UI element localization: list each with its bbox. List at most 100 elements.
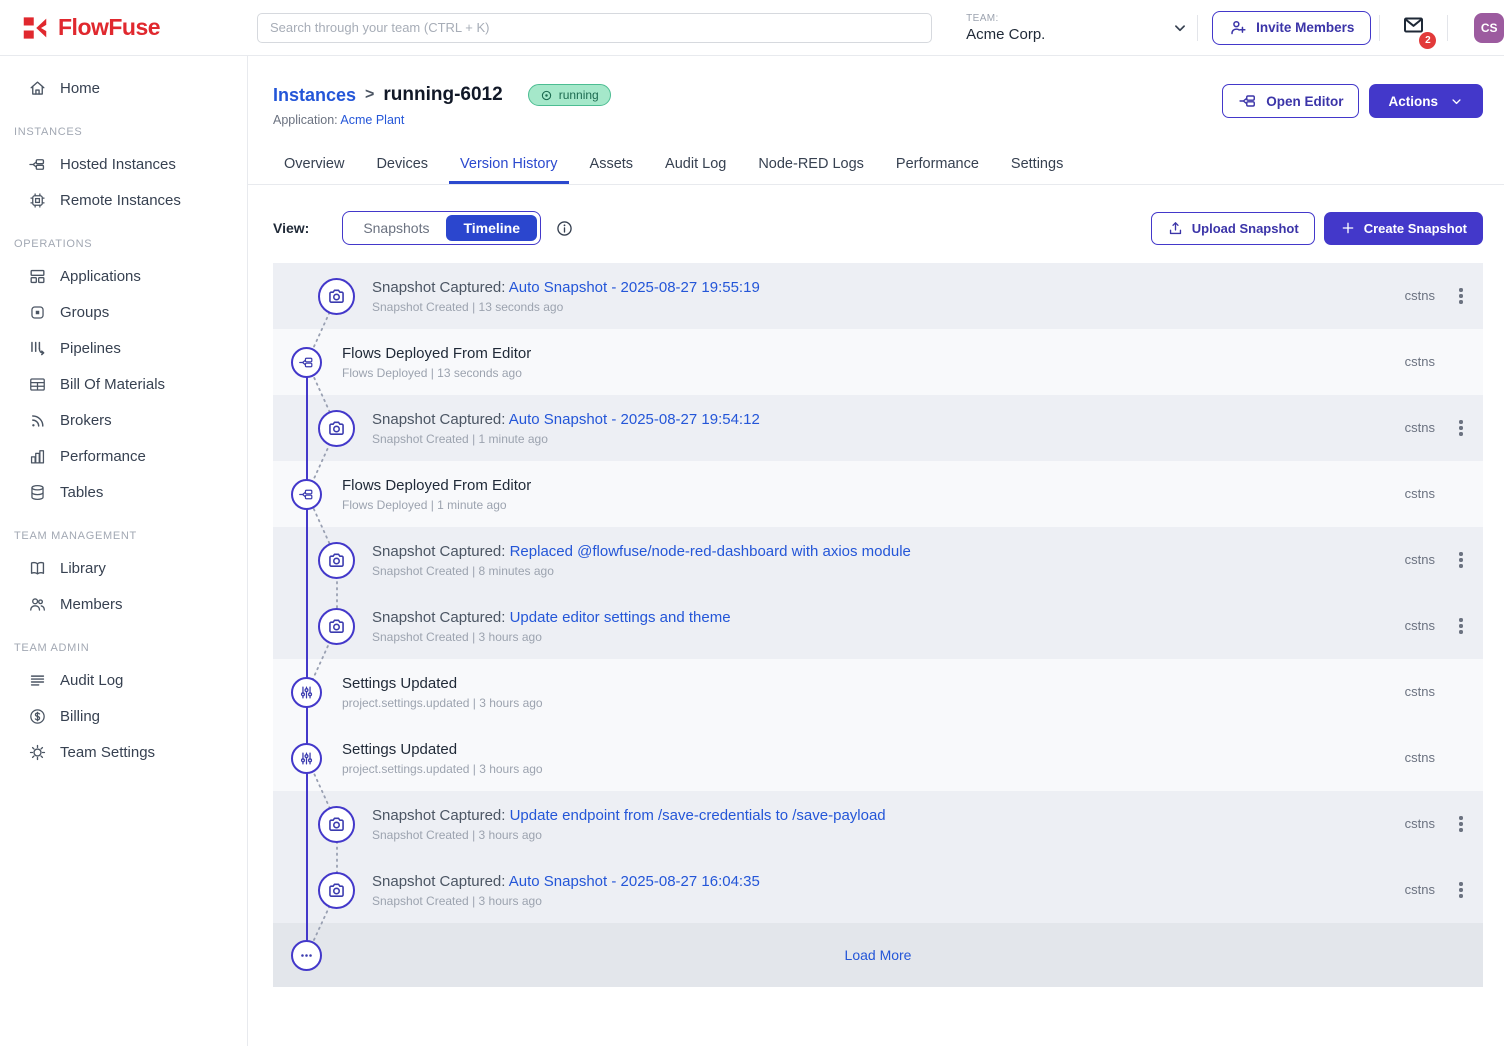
sidebar-item-members[interactable]: Members bbox=[0, 586, 247, 622]
notifications-badge: 2 bbox=[1419, 32, 1436, 49]
timeline-row-event: Settings Updated project.settings.update… bbox=[273, 725, 1483, 791]
sidebar-item-billing[interactable]: Billing bbox=[0, 698, 247, 734]
info-icon[interactable] bbox=[555, 219, 574, 238]
toggle-timeline[interactable]: Timeline bbox=[446, 215, 537, 241]
tab-devices[interactable]: Devices bbox=[365, 147, 439, 184]
kebab-menu-icon[interactable] bbox=[1452, 614, 1470, 637]
sidebar-item-bill-of-materials[interactable]: Bill Of Materials bbox=[0, 366, 247, 402]
flowfuse-logo[interactable]: FlowFuse bbox=[0, 13, 245, 43]
open-editor-button[interactable]: Open Editor bbox=[1222, 84, 1359, 118]
row-content: Snapshot Captured: Auto Snapshot - 2025-… bbox=[372, 279, 760, 314]
snapshot-link[interactable]: Replaced @flowfuse/node-red-dashboard wi… bbox=[510, 543, 911, 560]
sidebar-item-label: Team Settings bbox=[60, 744, 155, 761]
snapshot-link[interactable]: Update editor settings and theme bbox=[510, 609, 731, 626]
snapshot-link[interactable]: Auto Snapshot - 2025-08-27 19:55:19 bbox=[509, 279, 760, 296]
sidebar-item-applications[interactable]: Applications bbox=[0, 258, 247, 294]
sidebar-section-title: OPERATIONS bbox=[14, 238, 247, 250]
sidebar-item-label: Brokers bbox=[60, 412, 112, 429]
sidebar-item-groups[interactable]: Groups bbox=[0, 294, 247, 330]
bar-chart-icon bbox=[28, 447, 47, 466]
snapshot-link[interactable]: Auto Snapshot - 2025-08-27 19:54:12 bbox=[509, 411, 760, 428]
kebab-menu-icon[interactable] bbox=[1452, 284, 1470, 307]
sidebar: Home INSTANCES Hosted Instances Remote I… bbox=[0, 56, 248, 1046]
row-user: cstns bbox=[1405, 684, 1435, 699]
tab-assets[interactable]: Assets bbox=[579, 147, 645, 184]
sidebar-item-label: Bill Of Materials bbox=[60, 376, 165, 393]
invite-members-button[interactable]: Invite Members bbox=[1212, 11, 1371, 45]
sidebar-item-label: Performance bbox=[60, 448, 146, 465]
sidebar-section-title: TEAM MANAGEMENT bbox=[14, 530, 247, 542]
row-content: Settings Updated project.settings.update… bbox=[342, 741, 543, 776]
notifications-button[interactable]: 2 bbox=[1400, 13, 1427, 42]
broadcast-icon bbox=[28, 411, 47, 430]
sidebar-item-audit-log[interactable]: Audit Log bbox=[0, 662, 247, 698]
version-history-timeline: Snapshot Captured: Auto Snapshot - 2025-… bbox=[273, 263, 1483, 987]
camera-icon bbox=[318, 278, 355, 315]
sidebar-item-label: Billing bbox=[60, 708, 100, 725]
row-user: cstns bbox=[1405, 882, 1435, 897]
kebab-menu-icon[interactable] bbox=[1452, 548, 1470, 571]
tab-settings[interactable]: Settings bbox=[1000, 147, 1074, 184]
application-link[interactable]: Acme Plant bbox=[340, 113, 404, 127]
timeline-row-snapshot: Snapshot Captured: Auto Snapshot - 2025-… bbox=[273, 857, 1483, 923]
tab-performance[interactable]: Performance bbox=[885, 147, 990, 184]
audit-log-icon bbox=[28, 671, 47, 690]
team-selector[interactable]: TEAM: Acme Corp. bbox=[966, 13, 1189, 43]
record-icon bbox=[540, 89, 553, 102]
row-title-prefix: Snapshot Captured: bbox=[372, 873, 509, 890]
chip-icon bbox=[28, 191, 47, 210]
row-content: Snapshot Captured: Replaced @flowfuse/no… bbox=[372, 543, 911, 578]
kebab-menu-icon[interactable] bbox=[1452, 416, 1470, 439]
sidebar-item-label: Audit Log bbox=[60, 672, 123, 689]
row-user: cstns bbox=[1405, 354, 1435, 369]
snapshot-link[interactable]: Update endpoint from /save-credentials t… bbox=[510, 807, 886, 824]
load-more-link[interactable]: Load More bbox=[273, 947, 1483, 963]
timeline-row-event: Flows Deployed From Editor Flows Deploye… bbox=[273, 461, 1483, 527]
sidebar-item-label: Library bbox=[60, 560, 106, 577]
camera-icon bbox=[318, 542, 355, 579]
row-content: Flows Deployed From Editor Flows Deploye… bbox=[342, 345, 531, 380]
row-content: Flows Deployed From Editor Flows Deploye… bbox=[342, 477, 531, 512]
database-icon bbox=[28, 483, 47, 502]
upload-snapshot-button[interactable]: Upload Snapshot bbox=[1151, 212, 1315, 245]
sidebar-item-brokers[interactable]: Brokers bbox=[0, 402, 247, 438]
row-user: cstns bbox=[1405, 552, 1435, 567]
team-name: Acme Corp. bbox=[966, 26, 1045, 43]
tab-bar: Overview Devices Version History Assets … bbox=[248, 147, 1504, 185]
search-input[interactable] bbox=[257, 13, 932, 43]
row-meta: project.settings.updated | 3 hours ago bbox=[342, 762, 543, 776]
row-title: Settings Updated bbox=[342, 675, 543, 692]
row-meta: Snapshot Created | 3 hours ago bbox=[372, 894, 760, 908]
create-snapshot-button[interactable]: Create Snapshot bbox=[1324, 212, 1483, 245]
users-icon bbox=[28, 595, 47, 614]
row-meta: Snapshot Created | 1 minute ago bbox=[372, 432, 760, 446]
kebab-menu-icon[interactable] bbox=[1452, 878, 1470, 901]
sidebar-item-performance[interactable]: Performance bbox=[0, 438, 247, 474]
camera-icon bbox=[318, 608, 355, 645]
kebab-menu-icon[interactable] bbox=[1452, 812, 1470, 835]
toggle-snapshots[interactable]: Snapshots bbox=[346, 215, 446, 241]
sidebar-item-home[interactable]: Home bbox=[0, 70, 247, 106]
actions-button[interactable]: Actions bbox=[1369, 84, 1483, 118]
sidebar-item-pipelines[interactable]: Pipelines bbox=[0, 330, 247, 366]
flow-editor-icon bbox=[1238, 91, 1258, 111]
groups-icon bbox=[28, 303, 47, 322]
tab-node-red-logs[interactable]: Node-RED Logs bbox=[747, 147, 875, 184]
row-title: Flows Deployed From Editor bbox=[342, 477, 531, 494]
sidebar-item-team-settings[interactable]: Team Settings bbox=[0, 734, 247, 770]
sidebar-item-library[interactable]: Library bbox=[0, 550, 247, 586]
sidebar-item-hosted-instances[interactable]: Hosted Instances bbox=[0, 146, 247, 182]
sidebar-item-remote-instances[interactable]: Remote Instances bbox=[0, 182, 247, 218]
row-title-prefix: Snapshot Captured: bbox=[372, 609, 510, 626]
snapshot-link[interactable]: Auto Snapshot - 2025-08-27 16:04:35 bbox=[509, 873, 760, 890]
invite-members-label: Invite Members bbox=[1256, 20, 1354, 35]
row-user: cstns bbox=[1405, 750, 1435, 765]
tab-version-history[interactable]: Version History bbox=[449, 147, 569, 184]
user-avatar[interactable]: CS bbox=[1474, 13, 1504, 43]
row-meta: Flows Deployed | 1 minute ago bbox=[342, 498, 531, 512]
breadcrumb-instances-link[interactable]: Instances bbox=[273, 85, 356, 106]
sidebar-item-tables[interactable]: Tables bbox=[0, 474, 247, 510]
deploy-flow-icon bbox=[291, 479, 322, 510]
tab-overview[interactable]: Overview bbox=[273, 147, 355, 184]
tab-audit-log[interactable]: Audit Log bbox=[654, 147, 737, 184]
